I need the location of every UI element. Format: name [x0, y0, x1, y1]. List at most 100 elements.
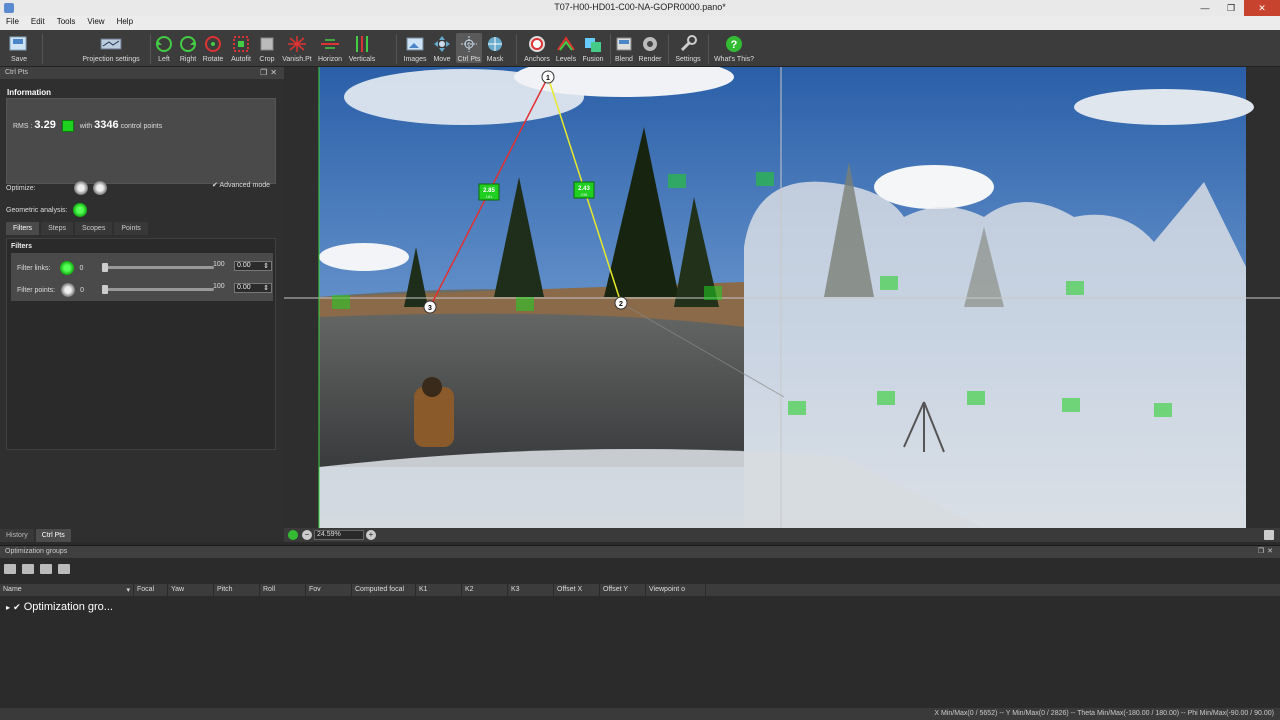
fusion-button[interactable]: Fusion	[580, 33, 606, 63]
control-point-2[interactable]: 2	[614, 296, 628, 310]
spin-arrows-icon[interactable]: ⇕	[263, 284, 269, 292]
rotate-button[interactable]: Rotate	[201, 33, 225, 63]
rms-status-indicator	[61, 120, 74, 133]
horizon-icon	[321, 38, 339, 49]
projection-icon	[100, 38, 122, 49]
col-roll[interactable]: Roll	[260, 584, 306, 596]
group-link-icon[interactable]	[58, 564, 70, 574]
menu-help[interactable]: Help	[111, 16, 139, 30]
col-k2[interactable]: K2	[462, 584, 508, 596]
anchors-button[interactable]: Anchors	[522, 33, 552, 63]
group-add-icon[interactable]	[4, 564, 16, 574]
optimize-row: Optimize:	[6, 181, 108, 195]
col-pitch[interactable]: Pitch	[214, 584, 260, 596]
right-button[interactable]: Right	[177, 33, 199, 63]
filters-section: Filters Filter links: 0 100 0.00 ⇕ Filter…	[6, 238, 276, 450]
zoom-out-button[interactable]: −	[302, 530, 312, 540]
col-yaw[interactable]: Yaw	[168, 584, 214, 596]
verticals-button[interactable]: Verticals	[346, 33, 378, 63]
tab-scopes[interactable]: Scopes	[74, 222, 113, 235]
control-point-3[interactable]: 3	[423, 300, 437, 314]
anchors-icon	[529, 35, 545, 52]
panorama-canvas[interactable]: 2.85 181 2.43 236 1 2 3	[284, 67, 1280, 528]
filter-points-slider[interactable]	[102, 285, 214, 294]
vanishing-point-button[interactable]: Vanish.Pt	[280, 33, 314, 63]
zoom-level-field[interactable]: 24.59%	[314, 530, 364, 540]
tab-points[interactable]: Points	[114, 222, 148, 235]
information-box: Information RMS : 3.29 with 3346 control…	[6, 88, 276, 184]
layout-icon[interactable]	[1264, 530, 1274, 540]
col-fov[interactable]: Fov	[306, 584, 352, 596]
checkmark-icon[interactable]: ✔	[13, 602, 21, 612]
col-offset-y[interactable]: Offset Y	[600, 584, 646, 596]
filter-links-row: Filter links: 0	[17, 261, 83, 275]
slider-handle[interactable]	[102, 263, 108, 272]
filter-links-slider[interactable]	[102, 263, 214, 272]
col-offset-x[interactable]: Offset X	[554, 584, 600, 596]
viewport-statusbar: − 24.59% +	[284, 528, 1280, 542]
tab-filters[interactable]: Filters	[6, 222, 40, 235]
filter-points-spinbox[interactable]: 0.00 ⇕	[234, 283, 272, 293]
panorama-viewport[interactable]: 2.85 181 2.43 236 1 2 3	[284, 67, 1280, 528]
col-k3[interactable]: K3	[508, 584, 554, 596]
svg-text:?: ?	[731, 39, 738, 51]
render-button[interactable]: Render	[637, 33, 663, 63]
col-name[interactable]: Name ▾	[0, 584, 134, 596]
panel-controls[interactable]: ❐✕	[260, 68, 280, 77]
optimize-all-icon[interactable]	[93, 181, 108, 195]
optimize-icon[interactable]	[73, 181, 88, 195]
control-point-1[interactable]: 1	[541, 70, 555, 84]
mask-button[interactable]: Mask	[484, 33, 506, 63]
geometric-analysis-row: Geometric analysis:	[6, 203, 88, 217]
menu-edit[interactable]: Edit	[25, 16, 51, 30]
menu-file[interactable]: File	[0, 16, 25, 30]
cp-label-1[interactable]: 2.85 181	[478, 183, 500, 201]
menu-view[interactable]: View	[81, 16, 110, 30]
slider-handle[interactable]	[102, 285, 108, 294]
svg-text:3: 3	[428, 305, 432, 312]
spin-arrows-icon[interactable]: ⇕	[263, 262, 269, 270]
whats-this-button[interactable]: ? What's This?	[712, 33, 756, 63]
expand-arrow-icon[interactable]: ▸	[6, 603, 10, 612]
tab-steps[interactable]: Steps	[41, 222, 73, 235]
maximize-button[interactable]: ❐	[1218, 0, 1244, 16]
optimization-group-row[interactable]: ▸ ✔ Optimization gro...	[6, 601, 113, 613]
geometric-analysis-icon[interactable]	[73, 203, 88, 217]
images-button[interactable]: Images	[402, 33, 428, 63]
left-button[interactable]: Left	[153, 33, 175, 63]
cp-label-2[interactable]: 2.43 236	[573, 181, 595, 199]
menu-bar: File Edit Tools View Help	[0, 16, 1280, 30]
ctrl-pts-button[interactable]: Ctrl Pts	[456, 33, 482, 63]
filter-links-spinbox[interactable]: 0.00 ⇕	[234, 261, 272, 271]
close-button[interactable]: ✕	[1244, 0, 1280, 16]
move-button[interactable]: Move	[430, 33, 454, 63]
menu-tools[interactable]: Tools	[51, 16, 82, 30]
tab-history[interactable]: History	[0, 529, 34, 542]
save-button[interactable]: Save	[4, 33, 34, 63]
col-computed-focal[interactable]: Computed focal	[352, 584, 416, 596]
help-icon: ?	[726, 35, 742, 52]
minimize-button[interactable]: —	[1192, 0, 1218, 16]
col-viewpoint[interactable]: Viewpoint o	[646, 584, 706, 596]
optimization-groups-panel: Optimization groups ❐✕ Name ▾ Focal Yaw P…	[0, 545, 1280, 708]
blend-button[interactable]: Blend	[613, 33, 635, 63]
horizon-button[interactable]: Horizon	[316, 33, 344, 63]
autofit-button[interactable]: Autofit	[228, 33, 254, 63]
render-icon	[643, 36, 657, 51]
col-focal[interactable]: Focal	[134, 584, 168, 596]
projection-settings-button[interactable]: Projection settings	[78, 33, 144, 63]
information-heading: Information	[7, 88, 51, 97]
settings-icon	[680, 34, 697, 51]
settings-button[interactable]: Settings	[672, 33, 704, 63]
group-edit-icon[interactable]	[40, 564, 52, 574]
zoom-in-button[interactable]: +	[366, 530, 376, 540]
col-k1[interactable]: K1	[416, 584, 462, 596]
filter-links-icon	[60, 261, 75, 275]
tab-ctrl-pts[interactable]: Ctrl Pts	[35, 529, 71, 542]
panel-controls[interactable]: ❐✕	[1258, 547, 1276, 555]
crop-button[interactable]: Crop	[257, 33, 277, 63]
fit-icon[interactable]	[288, 530, 298, 540]
advanced-mode-checkbox[interactable]: ✔ Advanced mode	[212, 181, 270, 189]
levels-button[interactable]: Levels	[554, 33, 578, 63]
group-remove-icon[interactable]	[22, 564, 34, 574]
